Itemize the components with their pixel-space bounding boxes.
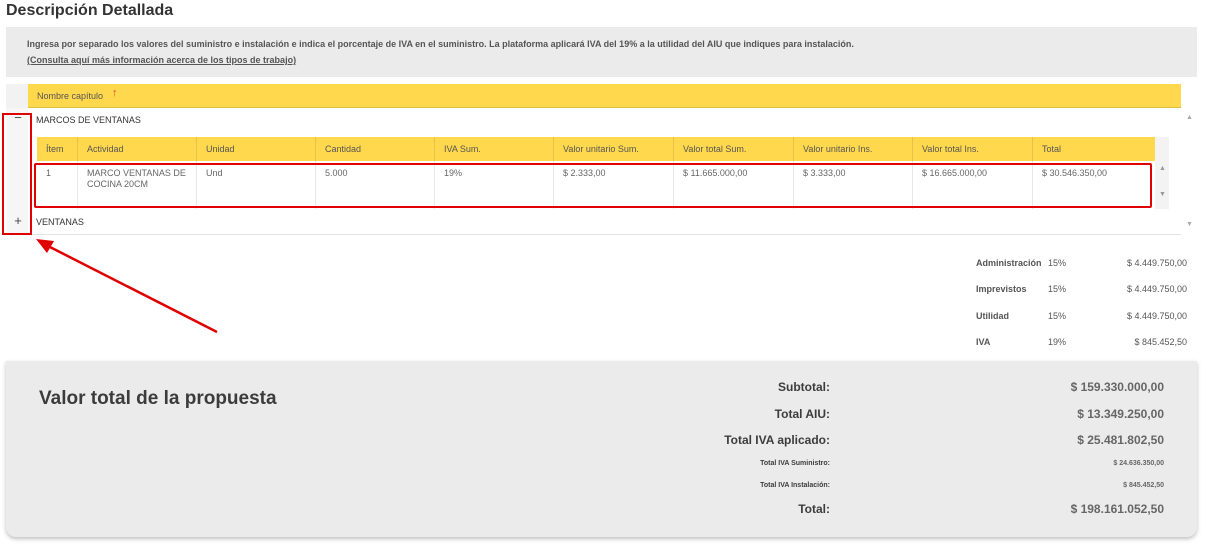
scroll-up-icon[interactable]: ▲	[1186, 114, 1193, 121]
column-header-valor-total-sum[interactable]: Valor total Sum.	[673, 137, 793, 161]
aiu-value: $ 4.449.750,00	[1126, 311, 1187, 321]
aiu-percent: 15%	[1048, 284, 1067, 294]
total-iva-suministro-value: $ 24.636.350,00	[1113, 460, 1164, 467]
subtotal-value: $ 159.330.000,00	[1070, 380, 1164, 394]
total-iva-instalacion-label: Total IVA Instalación:	[760, 482, 830, 489]
aiu-label: IVA	[976, 337, 991, 347]
aiu-row-iva: IVA 19% $ 845.452,50	[976, 337, 1187, 351]
column-header-total[interactable]: Total	[1032, 137, 1155, 161]
aiu-percent: 15%	[1048, 258, 1067, 268]
aiu-value: $ 845.452,50	[1134, 337, 1187, 347]
annotation-arrow-icon	[36, 239, 218, 334]
total-iva-aplicado-value: $ 25.481.802,50	[1077, 433, 1164, 447]
aiu-label: Utilidad	[976, 311, 1009, 321]
column-header-cantidad[interactable]: Cantidad	[315, 137, 434, 161]
scroll-down-icon[interactable]: ▼	[1159, 191, 1166, 198]
aiu-row-administracion: Administración 15% $ 4.449.750,00	[976, 258, 1187, 272]
total-iva-aplicado-label: Total IVA aplicado:	[724, 433, 830, 447]
total-aiu-label: Total AIU:	[774, 407, 830, 421]
aiu-percent: 15%	[1048, 311, 1067, 321]
total-value: $ 198.161.052,50	[1070, 502, 1164, 516]
column-header-valor-unitario-sum[interactable]: Valor unitario Sum.	[553, 137, 673, 161]
total-iva-suministro-label: Total IVA Suministro:	[760, 460, 830, 467]
total-aiu-value: $ 13.349.250,00	[1077, 407, 1164, 421]
scroll-up-icon[interactable]: ▲	[1159, 165, 1166, 172]
aiu-label: Imprevistos	[976, 284, 1027, 294]
aiu-label: Administración	[976, 258, 1042, 268]
column-header-valor-unitario-ins[interactable]: Valor unitario Ins.	[793, 137, 912, 161]
aiu-value: $ 4.449.750,00	[1126, 284, 1187, 294]
outer-scrollbar[interactable]: ▲ ▼	[1181, 108, 1197, 235]
column-header-iva-sum[interactable]: IVA Sum.	[434, 137, 553, 161]
aiu-row-utilidad: Utilidad 15% $ 4.449.750,00	[976, 311, 1187, 325]
aiu-value: $ 4.449.750,00	[1126, 258, 1187, 268]
summary-title: Valor total de la propuesta	[39, 388, 277, 409]
inner-scrollbar[interactable]: ▲ ▼	[1155, 137, 1169, 209]
subtotal-label: Subtotal:	[778, 380, 830, 394]
aiu-row-imprevistos: Imprevistos 15% $ 4.449.750,00	[976, 284, 1187, 298]
total-label: Total:	[798, 502, 830, 516]
scroll-down-icon[interactable]: ▼	[1186, 221, 1193, 228]
proposal-summary-panel: Valor total de la propuesta Subtotal: $ …	[6, 361, 1197, 537]
total-iva-instalacion-value: $ 845.452,50	[1123, 482, 1164, 489]
aiu-percent: 19%	[1048, 337, 1067, 347]
column-header-valor-total-ins[interactable]: Valor total Ins.	[912, 137, 1032, 161]
